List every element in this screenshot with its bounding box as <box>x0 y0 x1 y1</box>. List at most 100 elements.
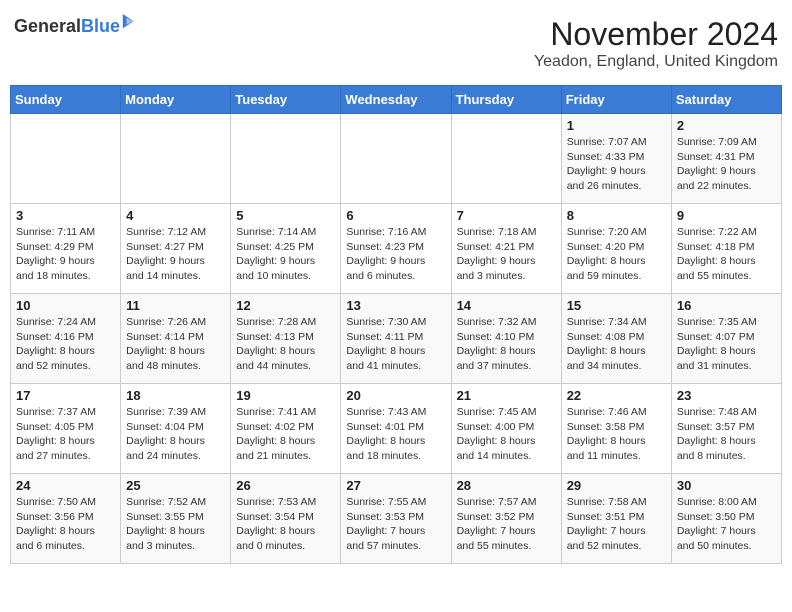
day-info: Sunrise: 7:50 AMSunset: 3:56 PMDaylight:… <box>16 495 115 554</box>
day-info: Sunrise: 7:46 AMSunset: 3:58 PMDaylight:… <box>567 405 666 464</box>
day-number: 7 <box>457 208 556 223</box>
day-number: 29 <box>567 478 666 493</box>
day-info: Sunrise: 7:52 AMSunset: 3:55 PMDaylight:… <box>126 495 225 554</box>
day-number: 10 <box>16 298 115 313</box>
day-number: 22 <box>567 388 666 403</box>
calendar-cell: 15 Sunrise: 7:34 AMSunset: 4:08 PMDayligh… <box>561 294 671 384</box>
day-number: 26 <box>236 478 335 493</box>
calendar-cell: 23Sunrise: 7:48 AMSunset: 3:57 PMDayligh… <box>671 384 781 474</box>
header-sunday: Sunday <box>11 86 121 114</box>
day-info: Sunrise: 7:34 AMSunset: 4:08 PMDaylight:… <box>567 315 666 374</box>
day-number: 17 <box>16 388 115 403</box>
calendar-table: SundayMondayTuesdayWednesdayThursdayFrid… <box>10 85 782 564</box>
day-number: 23 <box>677 388 776 403</box>
day-number: 15 <box>567 298 666 313</box>
day-number: 6 <box>346 208 445 223</box>
calendar-cell: 24 Sunrise: 7:50 AMSunset: 3:56 PMDayligh… <box>11 474 121 564</box>
logo-general: General <box>14 16 81 36</box>
calendar-cell: 17 Sunrise: 7:37 AMSunset: 4:05 PMDayligh… <box>11 384 121 474</box>
calendar-cell: 28 Sunrise: 7:57 AMSunset: 3:52 PMDayligh… <box>451 474 561 564</box>
day-number: 24 <box>16 478 115 493</box>
week-row-3: 10 Sunrise: 7:24 AMSunset: 4:16 PMDayligh… <box>11 294 782 384</box>
calendar-cell <box>341 114 451 204</box>
calendar-cell <box>11 114 121 204</box>
day-number: 2 <box>677 118 776 133</box>
day-info: Sunrise: 7:26 AMSunset: 4:14 PMDaylight:… <box>126 315 225 374</box>
location-title: Yeadon, England, United Kingdom <box>534 53 778 71</box>
calendar-cell: 12 Sunrise: 7:28 AMSunset: 4:13 PMDayligh… <box>231 294 341 384</box>
calendar-cell <box>231 114 341 204</box>
header-monday: Monday <box>121 86 231 114</box>
header-tuesday: Tuesday <box>231 86 341 114</box>
calendar-cell: 8 Sunrise: 7:20 AMSunset: 4:20 PMDaylight… <box>561 204 671 294</box>
calendar-cell: 14 Sunrise: 7:32 AMSunset: 4:10 PMDayligh… <box>451 294 561 384</box>
day-info: Sunrise: 7:28 AMSunset: 4:13 PMDaylight:… <box>236 315 335 374</box>
calendar-cell: 18Sunrise: 7:39 AMSunset: 4:04 PMDayligh… <box>121 384 231 474</box>
day-info: Sunrise: 7:16 AMSunset: 4:23 PMDaylight:… <box>346 225 445 284</box>
day-info: Sunrise: 7:55 AMSunset: 3:53 PMDaylight:… <box>346 495 445 554</box>
calendar-cell: 6 Sunrise: 7:16 AMSunset: 4:23 PMDaylight… <box>341 204 451 294</box>
logo-blue: Blue <box>81 16 120 36</box>
header-thursday: Thursday <box>451 86 561 114</box>
week-row-5: 24 Sunrise: 7:50 AMSunset: 3:56 PMDayligh… <box>11 474 782 564</box>
month-title: November 2024 <box>534 16 778 53</box>
day-info: Sunrise: 7:12 AMSunset: 4:27 PMDaylight:… <box>126 225 225 284</box>
calendar-cell: 7 Sunrise: 7:18 AMSunset: 4:21 PMDaylight… <box>451 204 561 294</box>
day-info: Sunrise: 7:18 AMSunset: 4:21 PMDaylight:… <box>457 225 556 284</box>
day-number: 11 <box>126 298 225 313</box>
day-info: Sunrise: 7:43 AMSunset: 4:01 PMDaylight:… <box>346 405 445 464</box>
day-number: 28 <box>457 478 556 493</box>
day-info: Sunrise: 7:41 AMSunset: 4:02 PMDaylight:… <box>236 405 335 464</box>
calendar-cell: 22 Sunrise: 7:46 AMSunset: 3:58 PMDayligh… <box>561 384 671 474</box>
day-number: 4 <box>126 208 225 223</box>
day-number: 21 <box>457 388 556 403</box>
calendar-cell: 20 Sunrise: 7:43 AMSunset: 4:01 PMDayligh… <box>341 384 451 474</box>
header-saturday: Saturday <box>671 86 781 114</box>
day-number: 8 <box>567 208 666 223</box>
calendar-cell: 30Sunrise: 8:00 AMSunset: 3:50 PMDayligh… <box>671 474 781 564</box>
day-info: Sunrise: 7:53 AMSunset: 3:54 PMDaylight:… <box>236 495 335 554</box>
day-info: Sunrise: 7:45 AMSunset: 4:00 PMDaylight:… <box>457 405 556 464</box>
calendar-cell: 27 Sunrise: 7:55 AMSunset: 3:53 PMDayligh… <box>341 474 451 564</box>
calendar-cell: 21 Sunrise: 7:45 AMSunset: 4:00 PMDayligh… <box>451 384 561 474</box>
calendar-cell: 29Sunrise: 7:58 AMSunset: 3:51 PMDayligh… <box>561 474 671 564</box>
calendar-cell: 26 Sunrise: 7:53 AMSunset: 3:54 PMDayligh… <box>231 474 341 564</box>
day-info: Sunrise: 7:24 AMSunset: 4:16 PMDaylight:… <box>16 315 115 374</box>
week-row-4: 17 Sunrise: 7:37 AMSunset: 4:05 PMDayligh… <box>11 384 782 474</box>
day-info: Sunrise: 7:11 AMSunset: 4:29 PMDaylight:… <box>16 225 115 284</box>
day-info: Sunrise: 7:30 AMSunset: 4:11 PMDaylight:… <box>346 315 445 374</box>
calendar-cell: 2 Sunrise: 7:09 AMSunset: 4:31 PMDaylight… <box>671 114 781 204</box>
day-number: 12 <box>236 298 335 313</box>
calendar-cell: 10 Sunrise: 7:24 AMSunset: 4:16 PMDayligh… <box>11 294 121 384</box>
day-number: 19 <box>236 388 335 403</box>
logo-icon <box>122 14 138 32</box>
logo: GeneralBlue <box>14 16 120 37</box>
header: GeneralBlue November 2024 Yeadon, Englan… <box>10 10 782 77</box>
header-friday: Friday <box>561 86 671 114</box>
calendar-cell: 25 Sunrise: 7:52 AMSunset: 3:55 PMDayligh… <box>121 474 231 564</box>
calendar-cell: 5Sunrise: 7:14 AMSunset: 4:25 PMDaylight… <box>231 204 341 294</box>
day-number: 13 <box>346 298 445 313</box>
day-info: Sunrise: 7:09 AMSunset: 4:31 PMDaylight:… <box>677 135 776 194</box>
calendar-cell <box>451 114 561 204</box>
day-number: 3 <box>16 208 115 223</box>
day-info: Sunrise: 7:32 AMSunset: 4:10 PMDaylight:… <box>457 315 556 374</box>
title-area: November 2024 Yeadon, England, United Ki… <box>534 16 778 71</box>
day-number: 5 <box>236 208 335 223</box>
day-info: Sunrise: 7:35 AMSunset: 4:07 PMDaylight:… <box>677 315 776 374</box>
day-info: Sunrise: 7:20 AMSunset: 4:20 PMDaylight:… <box>567 225 666 284</box>
day-number: 27 <box>346 478 445 493</box>
day-info: Sunrise: 7:07 AMSunset: 4:33 PMDaylight:… <box>567 135 666 194</box>
day-number: 9 <box>677 208 776 223</box>
day-info: Sunrise: 7:37 AMSunset: 4:05 PMDaylight:… <box>16 405 115 464</box>
calendar-cell: 16Sunrise: 7:35 AMSunset: 4:07 PMDayligh… <box>671 294 781 384</box>
calendar-cell: 19 Sunrise: 7:41 AMSunset: 4:02 PMDayligh… <box>231 384 341 474</box>
calendar-cell <box>121 114 231 204</box>
day-info: Sunrise: 7:57 AMSunset: 3:52 PMDaylight:… <box>457 495 556 554</box>
day-number: 14 <box>457 298 556 313</box>
day-number: 25 <box>126 478 225 493</box>
calendar-cell: 3 Sunrise: 7:11 AMSunset: 4:29 PMDaylight… <box>11 204 121 294</box>
day-number: 18 <box>126 388 225 403</box>
header-row: SundayMondayTuesdayWednesdayThursdayFrid… <box>11 86 782 114</box>
day-number: 20 <box>346 388 445 403</box>
